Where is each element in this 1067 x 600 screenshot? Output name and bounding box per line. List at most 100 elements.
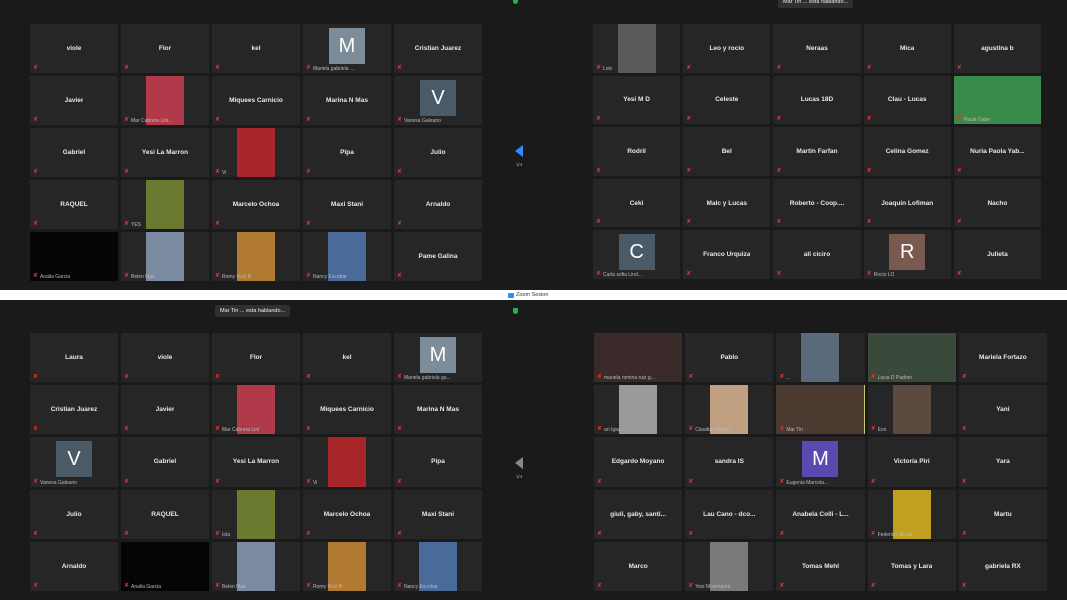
participant-tile[interactable]: sandra IS ✘	[685, 437, 774, 487]
participant-tile[interactable]: Flor ✘	[212, 333, 300, 383]
participant-tile[interactable]: ✘ Analia Garcia	[30, 232, 118, 281]
participant-tile[interactable]: ✘ Claudia noyaxel	[685, 385, 774, 435]
participant-tile[interactable]: RAQUEL ✘	[121, 489, 209, 539]
participant-tile[interactable]: Pipa ✘	[394, 437, 482, 487]
participant-tile[interactable]: Neraas ✘	[773, 24, 861, 73]
participant-tile[interactable]: Laura ✘	[30, 333, 118, 383]
participant-tile[interactable]: Marina N Mas ✘	[303, 76, 391, 125]
participant-tile[interactable]: Marcelo Ochoa ✘	[303, 489, 391, 539]
participant-tile[interactable]: Victoria Piri ✘	[867, 437, 956, 487]
participant-tile[interactable]: Gabriel ✘	[30, 128, 118, 177]
participant-tile[interactable]: ✘ Iola	[212, 489, 300, 539]
participant-tile[interactable]: Flor ✘	[121, 24, 209, 73]
participant-tile[interactable]: V ✘ Vanesa Galeano	[394, 76, 482, 125]
participant-tile[interactable]: ✘ Romy Ruiz B	[303, 541, 391, 591]
participant-tile[interactable]: Marcelo Ochoa ✘	[212, 180, 300, 229]
participant-tile[interactable]: ✘ YES	[121, 180, 209, 229]
participant-tile[interactable]: ✘ Federico Jilcida	[867, 489, 956, 539]
participant-tile[interactable]: gabriela RX ✘	[958, 541, 1047, 591]
participant-tile[interactable]: Celeste ✘	[683, 75, 771, 125]
participant-tile[interactable]: Anabela Colli - L... ✘	[776, 489, 865, 539]
participant-tile[interactable]: Miquees Carnicio ✘	[303, 385, 391, 435]
participant-tile[interactable]: Rodril ✘	[593, 127, 681, 176]
participant-tile[interactable]: ✘ mariela romina ruiz g...	[594, 333, 683, 383]
participant-tile[interactable]: ✘ Vi	[212, 128, 300, 177]
participant-tile[interactable]: ✘ ari Igaz	[594, 385, 683, 435]
participant-tile[interactable]: ✘ Belen Mas	[212, 541, 300, 591]
participant-tile[interactable]: Julio ✘	[394, 128, 482, 177]
participant-tile[interactable]: ✘ Paula Gabe	[953, 75, 1041, 125]
participant-tile[interactable]: Celina Gomez ✘	[863, 127, 951, 176]
participant-tile[interactable]: Roberto - Coop.... ✘	[773, 178, 861, 228]
participant-tile[interactable]: ✘ Mar Tin	[776, 385, 865, 435]
participant-tile[interactable]: ✘ Mar Cabrera Lini	[212, 385, 300, 435]
participant-tile[interactable]: Clau - Lucas ✘	[863, 75, 951, 125]
participant-tile[interactable]: Joaquin Lofiman ✘	[863, 178, 951, 228]
participant-tile[interactable]: Arnaldo ✘	[30, 541, 118, 591]
participant-tile[interactable]: giuli, gaby, santi... ✘	[594, 489, 683, 539]
next-page-arrow-icon[interactable]	[515, 457, 523, 469]
participant-tile[interactable]: Tomas Mehl ✘	[776, 541, 865, 591]
participant-tile[interactable]: Franco Urquiza ✘	[683, 230, 771, 279]
participant-tile[interactable]: agustina b ✘	[953, 24, 1041, 73]
participant-tile[interactable]: RAQUEL ✘	[30, 180, 118, 229]
participant-tile[interactable]: ✘...	[776, 333, 865, 383]
participant-tile[interactable]: Yesi La Marron ✘	[121, 128, 209, 177]
participant-tile[interactable]: Pame Galina ✘	[394, 232, 482, 281]
participant-tile[interactable]: M ✘ Mariela gabriela ...	[303, 24, 391, 73]
participant-tile[interactable]: Julieta ✘	[953, 230, 1041, 279]
participant-tile[interactable]: M ✘ Mariela gabriela gu...	[394, 333, 482, 383]
participant-tile[interactable]: Lucas 18D ✘	[773, 75, 861, 125]
participant-tile[interactable]: Lau Cano - dco... ✘	[685, 489, 774, 539]
participant-tile[interactable]: kel ✘	[303, 333, 391, 383]
participant-tile[interactable]: viole ✘	[30, 24, 118, 73]
participant-tile[interactable]: Leo y rocio ✘	[683, 24, 771, 73]
next-page-arrow-icon[interactable]	[515, 145, 523, 157]
participant-tile[interactable]: ✘ Nancy Escobar	[394, 541, 482, 591]
participant-tile[interactable]: Marina N Mas ✘	[394, 385, 482, 435]
participant-tile[interactable]: Yesi M D ✘	[593, 75, 681, 125]
participant-tile[interactable]: C ✘ Carla sofia Lind...	[593, 230, 681, 279]
participant-tile[interactable]: Marco ✘	[594, 541, 683, 591]
participant-tile[interactable]: Ceki ✘	[593, 178, 681, 228]
participant-tile[interactable]: Maxi Stani ✘	[394, 489, 482, 539]
participant-tile[interactable]: ✘ Mar Cabrera Lini...	[121, 76, 209, 125]
participant-tile[interactable]: Malc y Lucas ✘	[683, 178, 771, 228]
participant-tile[interactable]: Julio ✘	[30, 489, 118, 539]
participant-tile[interactable]: ✘ Eon	[867, 385, 956, 435]
participant-tile[interactable]: kel ✘	[212, 24, 300, 73]
participant-tile[interactable]: Javier ✘	[121, 385, 209, 435]
participant-tile[interactable]: ✘ Analia Garcia	[121, 541, 209, 591]
participant-tile[interactable]: ✘ Romy Ruiz B	[212, 232, 300, 281]
participant-tile[interactable]: Bel ✘	[683, 127, 771, 176]
participant-tile[interactable]: Martin Farfan ✘	[773, 127, 861, 176]
participant-tile[interactable]: Nacho ✘	[953, 178, 1041, 228]
participant-tile[interactable]: Tomas y Lara ✘	[867, 541, 956, 591]
participant-tile[interactable]: Mariela Fortazo ✘	[958, 333, 1047, 383]
participant-tile[interactable]: Yesi La Marron ✘	[212, 437, 300, 487]
participant-tile[interactable]: Arnaldo ✘	[394, 180, 482, 229]
participant-tile[interactable]: R ✘ Rocio LO	[863, 230, 951, 279]
participant-tile[interactable]: Cristian Juarez ✘	[30, 385, 118, 435]
participant-tile[interactable]: Yani ✘	[958, 385, 1047, 435]
participant-tile[interactable]: ✘ Lucia D Padron	[867, 333, 956, 383]
participant-tile[interactable]: Mica ✘	[863, 24, 951, 73]
participant-tile[interactable]: ✘ Nancy Escobar	[303, 232, 391, 281]
participant-tile[interactable]: Martu ✘	[958, 489, 1047, 539]
participant-tile[interactable]: Maxi Stani ✘	[303, 180, 391, 229]
participant-tile[interactable]: Cristian Juarez ✘	[394, 24, 482, 73]
participant-tile[interactable]: ✘ Belen Mas	[121, 232, 209, 281]
participant-tile[interactable]: Pablo ✘	[685, 333, 774, 383]
participant-tile[interactable]: Edgardo Moyano ✘	[594, 437, 683, 487]
participant-tile[interactable]: Gabriel ✘	[121, 437, 209, 487]
participant-tile[interactable]: V ✘ Vanesa Galeano	[30, 437, 118, 487]
participant-tile[interactable]: Yara ✘	[958, 437, 1047, 487]
participant-tile[interactable]: ✘ Lolo	[593, 24, 681, 73]
participant-tile[interactable]: viole ✘	[121, 333, 209, 383]
participant-tile[interactable]: ✘ Yesi Mosimanni	[685, 541, 774, 591]
participant-tile[interactable]: M ✘ Eugenia Marcela...	[776, 437, 865, 487]
participant-tile[interactable]: Miquees Carnicio ✘	[212, 76, 300, 125]
participant-tile[interactable]: Javier ✘	[30, 76, 118, 125]
participant-tile[interactable]: ali ciciro ✘	[773, 230, 861, 279]
participant-tile[interactable]: Pipa ✘	[303, 128, 391, 177]
